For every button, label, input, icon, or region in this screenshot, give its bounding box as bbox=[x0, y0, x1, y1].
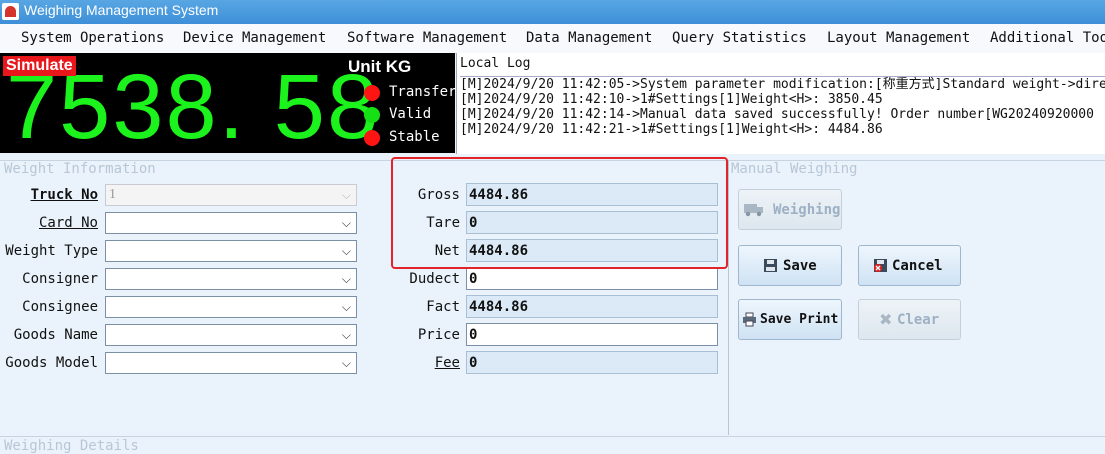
log-list[interactable]: [M]2024/9/20 11:42:05->System parameter … bbox=[460, 76, 1105, 153]
cancel-button[interactable]: Cancel bbox=[858, 245, 961, 286]
menu-layout-management[interactable]: Layout Management bbox=[827, 30, 970, 46]
valid-indicator: Valid bbox=[364, 106, 454, 124]
save-print-label: Save Print bbox=[760, 312, 839, 327]
fact-field: 4484.86 bbox=[466, 295, 718, 318]
clear-x-icon: ✖ bbox=[879, 310, 893, 329]
stable-indicator: Stable bbox=[364, 129, 454, 147]
consignee-label: Consignee bbox=[22, 299, 98, 315]
window-title: Weighing Management System bbox=[24, 2, 219, 18]
menu-software-management[interactable]: Software Management bbox=[347, 30, 507, 46]
save-print-button[interactable]: Save Print bbox=[738, 299, 842, 340]
price-label: Price bbox=[417, 327, 460, 343]
menu-system-operations[interactable]: System Operations bbox=[21, 30, 164, 46]
status-light-icon bbox=[364, 85, 380, 101]
cancel-icon bbox=[874, 259, 887, 272]
fact-value: 4484.86 bbox=[469, 299, 529, 315]
fee-label[interactable]: Fee bbox=[380, 355, 460, 371]
simulate-badge: Simulate bbox=[3, 56, 76, 76]
highlight-box bbox=[391, 157, 728, 269]
weighing-label: Weighing bbox=[773, 202, 841, 218]
fee-value: 0 bbox=[469, 355, 478, 371]
transfer-label: Transfer bbox=[389, 84, 457, 100]
price-input[interactable]: 0 bbox=[466, 323, 718, 346]
menu-bar: System Operations Device Management Soft… bbox=[0, 24, 1105, 54]
chevron-down-icon: ⌵ bbox=[341, 328, 351, 342]
deduct-input[interactable]: 0 bbox=[466, 267, 718, 290]
goods-name-select[interactable]: ⌵ bbox=[105, 324, 357, 346]
local-log-panel: Local Log [M]2024/9/20 11:42:05->System … bbox=[456, 53, 1105, 154]
goods-model-label: Goods Model bbox=[5, 355, 98, 371]
clear-label: Clear bbox=[897, 312, 940, 328]
status-light-icon bbox=[364, 107, 380, 123]
clear-button[interactable]: ✖ Clear bbox=[858, 299, 961, 340]
floppy-disk-icon bbox=[764, 259, 777, 272]
deduct-value: 0 bbox=[469, 271, 478, 287]
consigner-label: Consigner bbox=[22, 271, 98, 287]
log-line: [M]2024/9/20 11:42:05->System parameter … bbox=[460, 77, 1105, 92]
menu-device-management[interactable]: Device Management bbox=[183, 30, 326, 46]
weight-type-select[interactable]: ⌵ bbox=[105, 240, 357, 262]
weighing-button[interactable]: Weighing bbox=[738, 189, 842, 230]
chevron-down-icon: ⌵ bbox=[341, 216, 351, 230]
printer-icon bbox=[743, 312, 756, 327]
chevron-down-icon: ⌵ bbox=[341, 188, 351, 202]
price-value: 0 bbox=[469, 327, 478, 343]
unit-label: Unit KG bbox=[348, 57, 412, 76]
fact-label: Fact bbox=[426, 299, 460, 315]
status-light-icon bbox=[364, 130, 380, 146]
chevron-down-icon: ⌵ bbox=[341, 244, 351, 258]
stable-label: Stable bbox=[389, 129, 440, 145]
manual-weighing-title: Manual Weighing bbox=[731, 161, 858, 177]
title-bar: Weighing Management System bbox=[0, 0, 1105, 24]
card-no-label[interactable]: Card No bbox=[0, 215, 98, 231]
log-line: [M]2024/9/20 11:42:21->1#Settings[1]Weig… bbox=[460, 122, 883, 137]
deduct-label: Dudect bbox=[409, 271, 460, 287]
menu-data-management[interactable]: Data Management bbox=[526, 30, 652, 46]
weight-display: 7538. 58 Simulate Unit KG Transfer Valid… bbox=[0, 53, 457, 157]
truck-no-value: 1 bbox=[109, 187, 116, 202]
consignee-select[interactable]: ⌵ bbox=[105, 296, 357, 318]
save-button[interactable]: Save bbox=[738, 245, 842, 286]
chevron-down-icon: ⌵ bbox=[341, 272, 351, 286]
truck-no-select[interactable]: 1 ⌵ bbox=[105, 184, 357, 206]
goods-name-label: Goods Name bbox=[13, 327, 98, 343]
weight-type-label: Weight Type bbox=[5, 243, 98, 259]
weighing-details-title: Weighing Details bbox=[4, 438, 139, 454]
chevron-down-icon: ⌵ bbox=[341, 356, 351, 370]
weight-information-title: Weight Information bbox=[4, 161, 156, 177]
app-icon bbox=[2, 3, 19, 20]
transfer-indicator: Transfer bbox=[364, 84, 457, 102]
consigner-select[interactable]: ⌵ bbox=[105, 268, 357, 290]
truck-icon bbox=[744, 204, 763, 217]
fee-field: 0 bbox=[466, 351, 718, 374]
save-label: Save bbox=[783, 258, 817, 274]
log-line: [M]2024/9/20 11:42:10->1#Settings[1]Weig… bbox=[460, 92, 883, 107]
truck-no-label[interactable]: Truck No bbox=[0, 187, 98, 203]
cancel-label: Cancel bbox=[892, 258, 943, 274]
valid-label: Valid bbox=[389, 106, 432, 122]
chevron-down-icon: ⌵ bbox=[341, 300, 351, 314]
log-line: [M]2024/9/20 11:42:14->Manual data saved… bbox=[460, 107, 1094, 122]
card-no-select[interactable]: ⌵ bbox=[105, 212, 357, 234]
menu-additional-tools[interactable]: Additional Tools bbox=[990, 30, 1105, 46]
log-title: Local Log bbox=[460, 56, 531, 71]
weighing-details-panel bbox=[0, 436, 1105, 452]
goods-model-select[interactable]: ⌵ bbox=[105, 352, 357, 374]
menu-query-statistics[interactable]: Query Statistics bbox=[672, 30, 807, 46]
